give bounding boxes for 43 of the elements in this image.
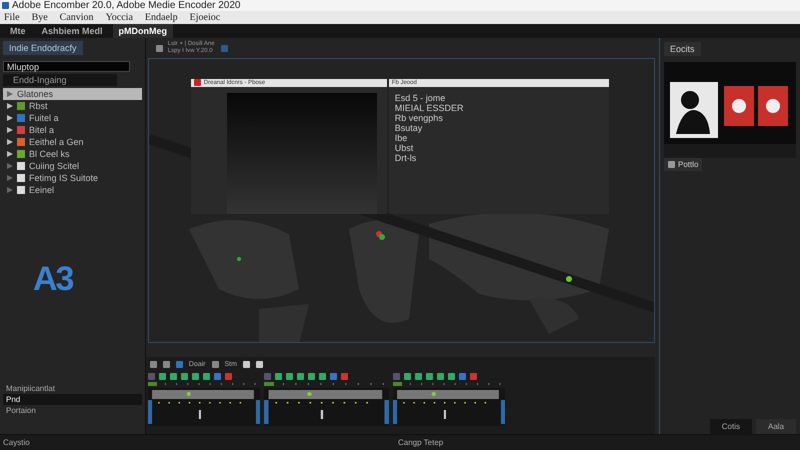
window-title: Adobe Encomber 20.0, Adobe Medie Encoder 2020 [12,0,240,10]
status-text: Caystio [3,438,31,447]
panel-button[interactable]: Cotis [710,419,752,434]
search-field[interactable]: Mluptop [3,61,130,72]
menu-item[interactable]: Yoccia [106,12,133,23]
tree-item[interactable]: Bl Ceel ks [3,148,142,160]
clip-track-drawing[interactable] [264,388,389,426]
panel-button[interactable]: Aala [756,419,796,434]
panel-tab[interactable]: Eocits [664,42,701,56]
tree-item[interactable]: Eeithel a Gen [3,136,142,148]
clip-track-drawing[interactable] [392,388,505,426]
menu-item[interactable]: Ejoeioc [190,12,220,23]
tree-item[interactable]: Fetimg IS Suitote [3,172,142,184]
tree-item[interactable]: Cuiing Scitel [3,160,142,172]
queue-entry[interactable]: Ubst [388,143,609,153]
record-icon[interactable] [194,79,201,86]
queue-entry[interactable]: MIEIAL ESSDER [388,103,609,113]
menu-item[interactable]: Bye [32,12,48,23]
menu-item[interactable]: File [4,12,20,23]
tree-item[interactable]: Glatones [3,88,142,100]
panel-tab[interactable]: Indie Endodracfy [3,41,83,55]
list-item[interactable]: Portaion [3,405,142,416]
workspace-tab[interactable]: Ashbiem Medl [36,24,109,38]
tree-item[interactable]: Bitel a [3,124,142,136]
tree-item[interactable]: Fuitel a [3,112,142,124]
queue-entry[interactable]: Bsutay [388,123,609,133]
menu-item[interactable]: Endaelp [144,12,178,23]
queue-entry[interactable]: Drt-ls [388,153,609,163]
panel-caption: Pottlo [664,158,702,171]
list-item[interactable]: Pnd [3,394,142,405]
logo: A3 [33,260,74,299]
tree-item[interactable]: Rbst [3,100,142,112]
tree-item[interactable]: Eeinel [3,184,142,196]
workspace-tab[interactable]: pMDonMeg [112,24,174,38]
group-label: Endd-Ingaing [3,74,117,86]
queue-entry[interactable]: Esd 5 - jome [388,93,609,103]
queue-entry[interactable]: Ibe [388,133,609,143]
clip-track-drawing[interactable] [148,388,260,426]
queue-entry[interactable]: Rb vengphs [388,113,609,123]
menu-item[interactable]: Canvion [60,12,94,23]
status-text: Cangp Tetep [398,438,444,447]
list-item[interactable]: Manipiicantlat [3,383,142,394]
workspace-tab[interactable]: Mte [4,24,32,38]
